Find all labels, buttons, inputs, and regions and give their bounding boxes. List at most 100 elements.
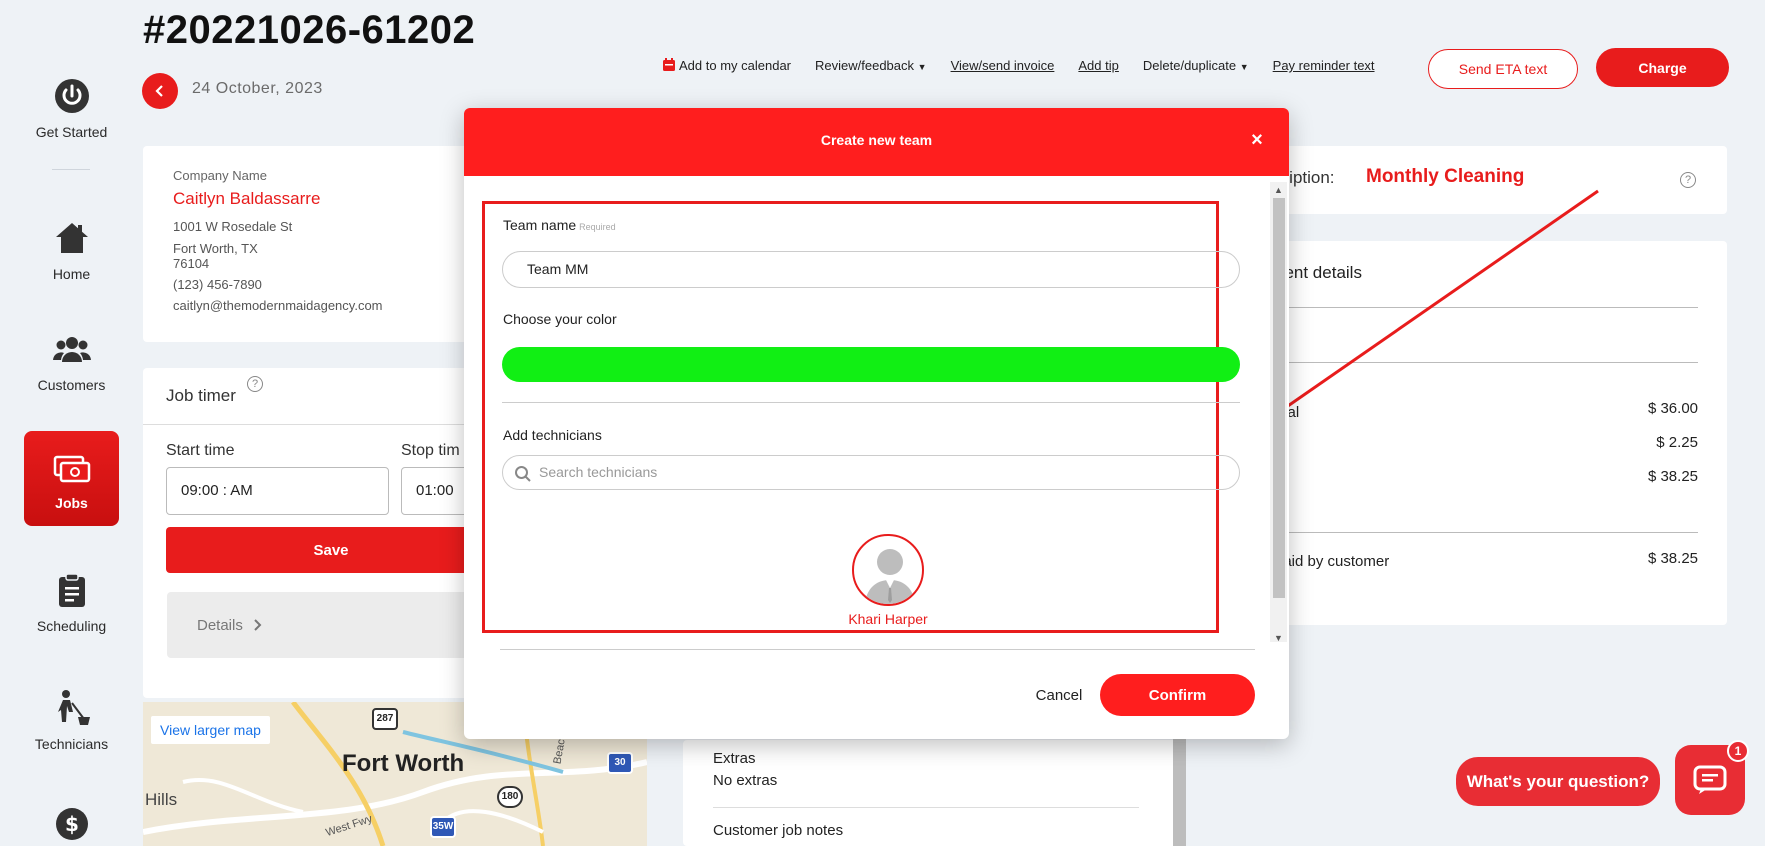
payment-row-amount: $ 2.25 — [1656, 434, 1698, 451]
customer-email: caitlyn@themodernmaidagency.com — [173, 298, 383, 313]
calendar-icon — [663, 58, 675, 71]
order-date: 24 October, 2023 — [192, 80, 323, 97]
stop-time-label: Stop tim — [401, 442, 460, 459]
help-icon[interactable]: ? — [247, 376, 263, 392]
customer-card: Company Name Caitlyn Baldassarre 1001 W … — [143, 146, 483, 342]
company-name-label: Company Name — [173, 168, 267, 183]
customer-name[interactable]: Caitlyn Baldassarre — [173, 189, 453, 209]
address-city: Fort Worth, TX — [173, 241, 258, 256]
modal-scroll-thumb[interactable] — [1273, 198, 1285, 598]
back-button[interactable] — [142, 73, 178, 109]
divider — [1275, 362, 1698, 363]
team-name-label: Team name Required — [503, 217, 616, 233]
payment-details-card: nent details otal $ 36.00 $ 2.25 $ 38.25… — [1275, 241, 1727, 625]
cleaner-icon — [52, 688, 92, 728]
sidebar-item-get-started[interactable]: Get Started — [24, 60, 119, 155]
add-calendar-label: Add to my calendar — [679, 58, 792, 73]
address-zip: 76104 — [173, 256, 210, 271]
highway-shield: 35W — [430, 816, 456, 838]
sidebar-item-payments[interactable]: $ — [24, 780, 119, 846]
power-icon — [52, 76, 92, 116]
sidebar-item-jobs[interactable]: Jobs — [24, 431, 119, 526]
scroll-down-icon[interactable]: ▼ — [1272, 632, 1285, 644]
send-eta-button[interactable]: Send ETA text — [1428, 49, 1578, 89]
team-form: Team name Required Team MM Choose your co… — [482, 201, 1240, 633]
paid-label: paid by customer — [1275, 553, 1390, 570]
divider — [52, 169, 90, 170]
extras-label: Extras — [713, 750, 756, 767]
delete-duplicate-label: Delete/duplicate — [1142, 58, 1237, 73]
paid-amount: $ 38.25 — [1647, 550, 1698, 567]
modal-header: Create new team × — [464, 108, 1289, 176]
add-calendar-link[interactable]: Add to my calendar — [663, 58, 791, 73]
create-team-modal: Create new team × ▲ ▼ Team name Required … — [464, 108, 1289, 739]
cancel-button[interactable]: Cancel — [1024, 683, 1094, 709]
delete-duplicate-menu[interactable]: Delete/duplicate ▼ — [1143, 58, 1249, 73]
highway-shield: 30 — [607, 752, 633, 774]
technician-name: Khari Harper — [848, 611, 928, 627]
avatar — [852, 534, 924, 606]
customer-phone: (123) 456-7890 — [173, 277, 262, 292]
start-time-input[interactable]: 09:00 : AM — [166, 467, 389, 515]
clipboard-icon — [52, 570, 92, 610]
paid-row: paid by customer $ 38.25 — [1275, 550, 1698, 570]
details-toggle[interactable]: Details — [167, 592, 497, 658]
payment-row: otal $ 36.00 — [1275, 400, 1698, 421]
sidebar-item-label: Home — [52, 265, 91, 282]
details-label: Details — [197, 616, 243, 634]
divider — [1275, 532, 1698, 533]
color-picker[interactable] — [502, 347, 1240, 382]
chevron-down-icon: ▼ — [917, 62, 927, 72]
sidebar-item-label: Customers — [37, 376, 106, 393]
review-feedback-menu[interactable]: Review/feedback ▼ — [815, 58, 927, 73]
review-feedback-label: Review/feedback — [815, 58, 915, 73]
sidebar-item-home[interactable]: Home — [24, 202, 119, 297]
search-technicians-input[interactable]: Search technicians — [502, 455, 1240, 490]
close-icon[interactable]: × — [1245, 128, 1269, 152]
technician-card[interactable]: Khari Harper — [818, 534, 958, 627]
dollar-icon: $ — [52, 804, 92, 844]
team-name-input[interactable]: Team MM — [502, 251, 1240, 288]
toolbar: Add to my calendar Review/feedback ▼ Vie… — [663, 58, 1399, 73]
description-value: Monthly Cleaning — [1366, 166, 1525, 187]
payment-row-amount: $ 38.25 — [1647, 468, 1698, 485]
divider — [143, 424, 483, 425]
chevron-right-icon — [254, 619, 262, 631]
chevron-down-icon: ▼ — [1239, 62, 1249, 72]
sidebar-item-customers[interactable]: Customers — [24, 313, 119, 408]
extras-value: No extras — [713, 772, 778, 789]
view-send-invoice-link[interactable]: View/send invoice — [951, 58, 1055, 73]
scroll-up-icon[interactable]: ▲ — [1272, 184, 1285, 196]
job-timer-title: Job timer — [166, 386, 236, 406]
sidebar-item-label: Get Started — [35, 123, 108, 140]
confirm-button[interactable]: Confirm — [1100, 674, 1255, 716]
modal-title: Create new team — [820, 132, 933, 148]
sidebar-item-label: Jobs — [55, 494, 88, 511]
help-icon[interactable]: ? — [1680, 172, 1696, 188]
team-name-label-text: Team name — [503, 217, 577, 233]
sidebar-item-technicians[interactable]: Technicians — [24, 672, 119, 767]
customer-notes-label: Customer job notes — [713, 822, 844, 839]
job-timer-title-text: Job timer — [166, 386, 236, 405]
technicians-label: Add technicians — [503, 427, 602, 443]
users-icon — [52, 329, 92, 369]
notification-badge: 1 — [1727, 740, 1749, 762]
highway-shield: 287 — [372, 708, 398, 730]
sidebar-item-label: Technicians — [34, 735, 109, 752]
search-icon — [515, 466, 531, 482]
divider — [502, 402, 1240, 403]
pay-reminder-link[interactable]: Pay reminder text — [1273, 58, 1375, 73]
order-number: #20221026-61202 — [143, 8, 476, 52]
add-tip-link[interactable]: Add tip — [1078, 58, 1118, 73]
view-larger-map-link[interactable]: View larger map — [151, 716, 270, 744]
payment-row-amount: $ 36.00 — [1647, 400, 1698, 417]
charge-button[interactable]: Charge — [1596, 48, 1729, 87]
sidebar-item-label: Scheduling — [36, 617, 107, 634]
sidebar-item-scheduling[interactable]: Scheduling — [24, 554, 119, 649]
description-card: cription: Monthly Cleaning ? — [1275, 146, 1727, 214]
svg-text:$: $ — [65, 812, 79, 836]
save-timer-button[interactable]: Save — [166, 527, 496, 573]
chat-prompt-bubble[interactable]: What's your question? — [1456, 757, 1660, 806]
divider — [500, 649, 1255, 650]
map-city-label: Fort Worth — [342, 750, 465, 777]
